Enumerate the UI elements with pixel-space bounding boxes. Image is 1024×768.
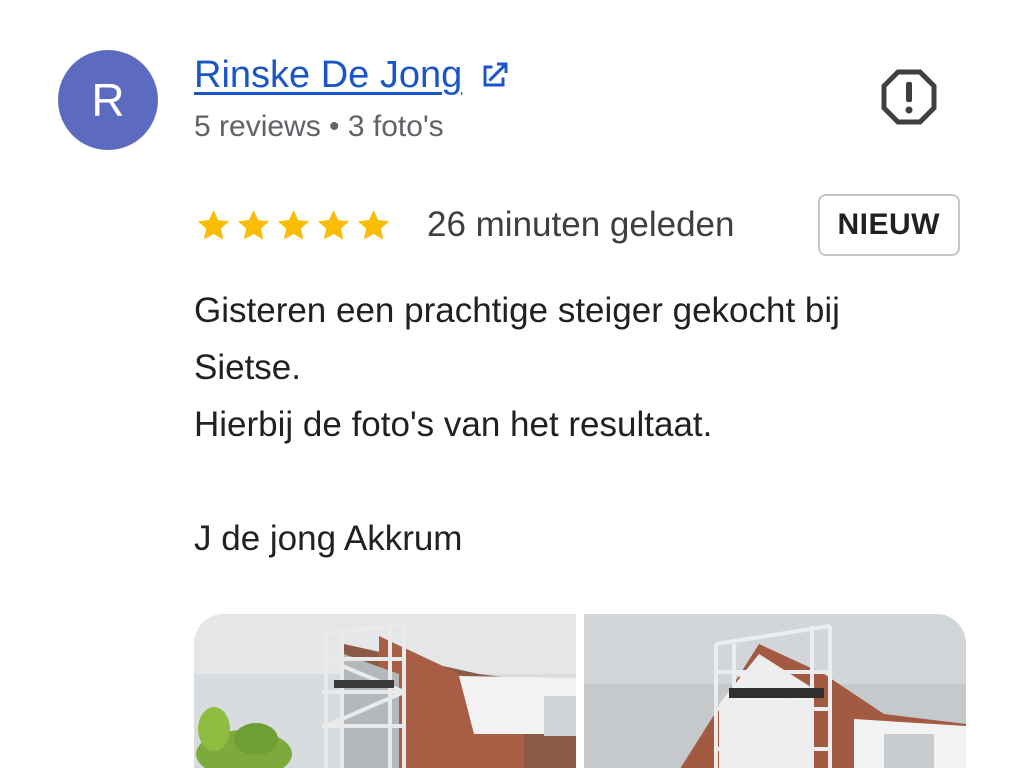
review-card: R Rinske De Jong 5 reviews • 3 foto's 26… xyxy=(0,0,1024,768)
new-badge: NIEUW xyxy=(817,194,960,256)
review-line: J de jong Akkrum xyxy=(194,519,463,558)
scaffold-house-photo xyxy=(194,614,576,768)
review-photo-1[interactable] xyxy=(194,614,576,768)
reviewer-name-link[interactable]: Rinske De Jong xyxy=(194,54,462,97)
avatar[interactable]: R xyxy=(58,50,158,150)
star-rating xyxy=(194,206,393,245)
review-line: Sietse. xyxy=(194,348,301,387)
review-photo-2[interactable] xyxy=(584,614,966,768)
review-time: 26 minuten geleden xyxy=(427,205,735,244)
star-icon xyxy=(237,209,270,239)
rating-row: 26 minuten geleden NIEUW xyxy=(194,190,960,260)
star-icon xyxy=(277,209,310,239)
star-icon xyxy=(357,209,390,239)
review-line: Hierbij de foto's van het resultaat. xyxy=(194,405,713,444)
avatar-initial: R xyxy=(91,74,125,126)
scaffold-house-photo xyxy=(584,614,966,768)
star-icon xyxy=(317,209,350,239)
star-icon xyxy=(197,209,230,239)
review-text: Gisteren een prachtige steiger gekocht b… xyxy=(194,282,984,567)
open-in-new-icon[interactable] xyxy=(476,58,512,94)
review-line: Gisteren een prachtige steiger gekocht b… xyxy=(194,291,840,330)
reviewer-meta: 5 reviews • 3 foto's xyxy=(194,110,444,143)
reviewer-name-row: Rinske De Jong xyxy=(194,54,512,97)
report-flag-icon[interactable] xyxy=(880,68,938,126)
review-photos xyxy=(194,614,966,768)
